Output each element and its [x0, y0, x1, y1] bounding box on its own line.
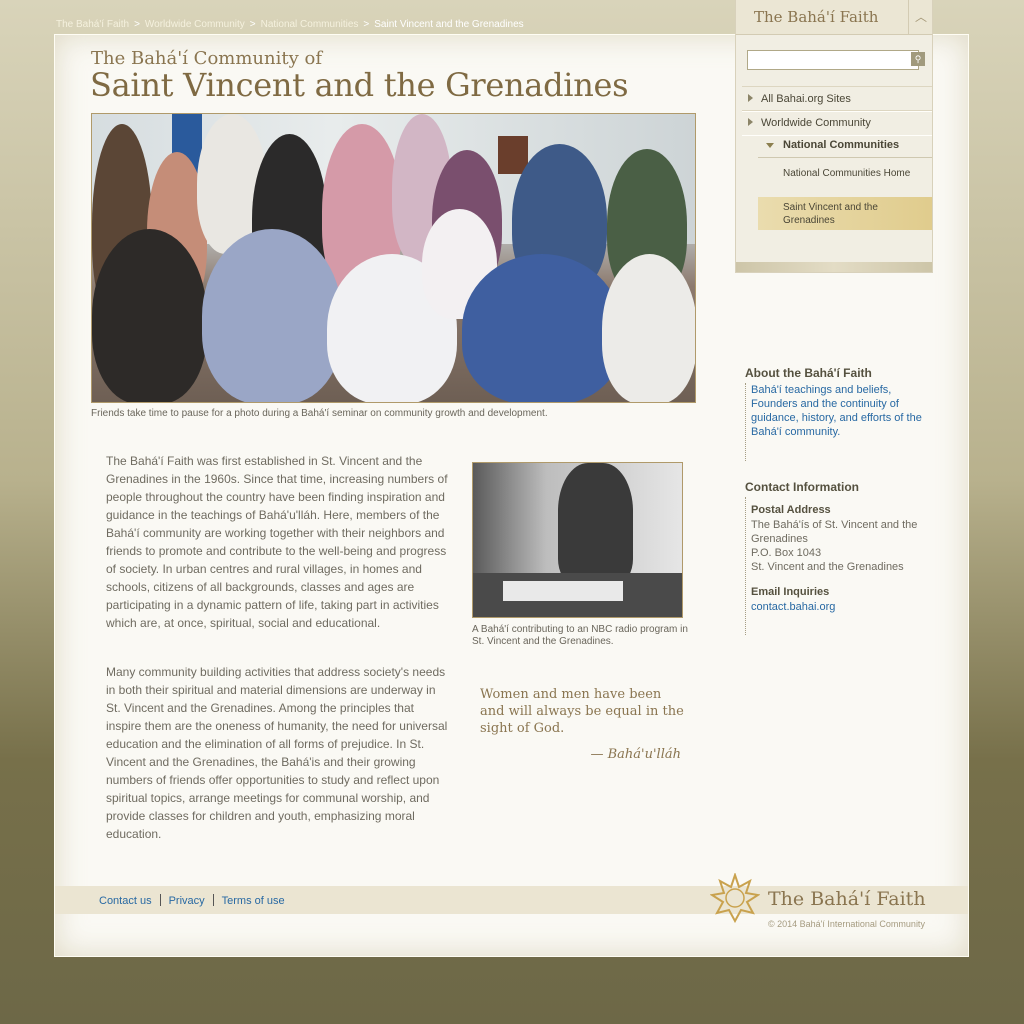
- about-block: About the Bahá'í Faith Bahá'í teachings …: [745, 366, 922, 461]
- postal-address: The Bahá'ís of St. Vincent and the Grena…: [751, 518, 927, 574]
- nav-item-national-communities-home[interactable]: National Communities Home: [758, 163, 932, 195]
- nav-section-national-communities[interactable]: National Communities: [758, 135, 932, 158]
- copyright: © 2014 Bahá'í International Community: [768, 919, 925, 929]
- nav-header: The Bahá'í Faith ︿: [736, 0, 932, 35]
- photo-person: [558, 463, 633, 583]
- dotted-rule: [745, 497, 747, 635]
- nav-item-saint-vincent[interactable]: Saint Vincent and the Grenadines: [758, 197, 932, 230]
- about-link[interactable]: Bahá'í teachings and beliefs, Founders a…: [751, 383, 927, 439]
- about-title: About the Bahá'í Faith: [745, 366, 872, 380]
- nav-item-all-sites[interactable]: All Bahai.org Sites: [742, 86, 932, 112]
- chevron-right-icon: [748, 118, 753, 126]
- body-paragraph: Many community building activities that …: [106, 665, 448, 841]
- photo-person: [462, 254, 622, 402]
- nav-brand: The Bahá'í Faith: [754, 8, 879, 26]
- quote-author: — Bahá'u'lláh: [590, 747, 681, 762]
- radio-program-photo: [472, 462, 683, 618]
- photo-caption: Friends take time to pause for a photo d…: [91, 408, 548, 419]
- nav-item-label: Worldwide Community: [761, 117, 871, 129]
- footer-links: Contact us Privacy Terms of use: [99, 894, 285, 907]
- community-group-photo: [91, 113, 696, 403]
- collapse-button[interactable]: ︿: [908, 0, 933, 34]
- nav-section-label: National Communities: [783, 139, 900, 151]
- breadcrumb-current: Saint Vincent and the Grenadines: [374, 19, 524, 30]
- nav-item-label: All Bahai.org Sites: [761, 93, 851, 105]
- footer-divider: [212, 894, 214, 906]
- terms-link[interactable]: Terms of use: [222, 895, 285, 907]
- chevron-right-icon: [748, 94, 753, 102]
- dotted-rule: [745, 383, 747, 461]
- breadcrumb: The Bahá'í Faith > Worldwide Community > Nat…: [56, 19, 524, 30]
- breadcrumb-separator: >: [134, 19, 140, 30]
- footer-brand: The Bahá'í Faith: [768, 888, 926, 910]
- contact-title: Contact Information: [745, 480, 859, 494]
- breadcrumb-national-link[interactable]: National Communities: [261, 19, 359, 30]
- email-label: Email Inquiries: [751, 586, 830, 598]
- breadcrumb-worldwide-link[interactable]: Worldwide Community: [145, 19, 245, 30]
- breadcrumb-separator: >: [249, 19, 256, 30]
- postal-line: Grenadines: [751, 533, 808, 545]
- nav-leaf-label: Saint Vincent and the Grenadines: [783, 202, 878, 226]
- page-title: Saint Vincent and the Grenadines: [90, 66, 629, 104]
- radio-photo-caption: A Bahá'í contributing to an NBC radio pr…: [472, 624, 688, 647]
- postal-line: P.O. Box 1043: [751, 547, 822, 559]
- nav-panel-bottom-edge: [736, 262, 932, 272]
- breadcrumb-home-link[interactable]: The Bahá'í Faith: [56, 19, 129, 30]
- contact-block: Contact Information Postal Address The B…: [745, 480, 917, 635]
- nine-pointed-star-icon: [710, 873, 760, 923]
- quote-text: Women and men have been and will always …: [480, 687, 684, 736]
- search-icon[interactable]: ⚲: [911, 52, 925, 66]
- privacy-link[interactable]: Privacy: [169, 895, 205, 907]
- site-navigation-panel: The Bahá'í Faith ︿ ⚲ All Bahai.org Sites…: [735, 0, 933, 273]
- body-paragraph: The Bahá'í Faith was first established i…: [106, 454, 448, 630]
- chevron-down-icon: [766, 143, 774, 148]
- photo-papers: [503, 581, 623, 601]
- postal-line: The Bahá'ís of St. Vincent and the: [751, 519, 918, 531]
- email-link[interactable]: contact.bahai.org: [751, 600, 835, 614]
- contact-us-link[interactable]: Contact us: [99, 895, 152, 907]
- footer-divider: [159, 894, 161, 906]
- chevron-up-icon: ︿: [914, 10, 927, 24]
- nav-item-worldwide-community[interactable]: Worldwide Community: [742, 110, 932, 136]
- postal-label: Postal Address: [751, 504, 831, 516]
- photo-person: [202, 229, 342, 402]
- search-input[interactable]: ⚲: [747, 50, 925, 70]
- nav-leaf-label: National Communities Home: [783, 168, 911, 179]
- photo-person: [92, 229, 207, 402]
- postal-line: St. Vincent and the Grenadines: [751, 561, 904, 573]
- photo-person: [602, 254, 695, 402]
- breadcrumb-separator: >: [363, 19, 370, 30]
